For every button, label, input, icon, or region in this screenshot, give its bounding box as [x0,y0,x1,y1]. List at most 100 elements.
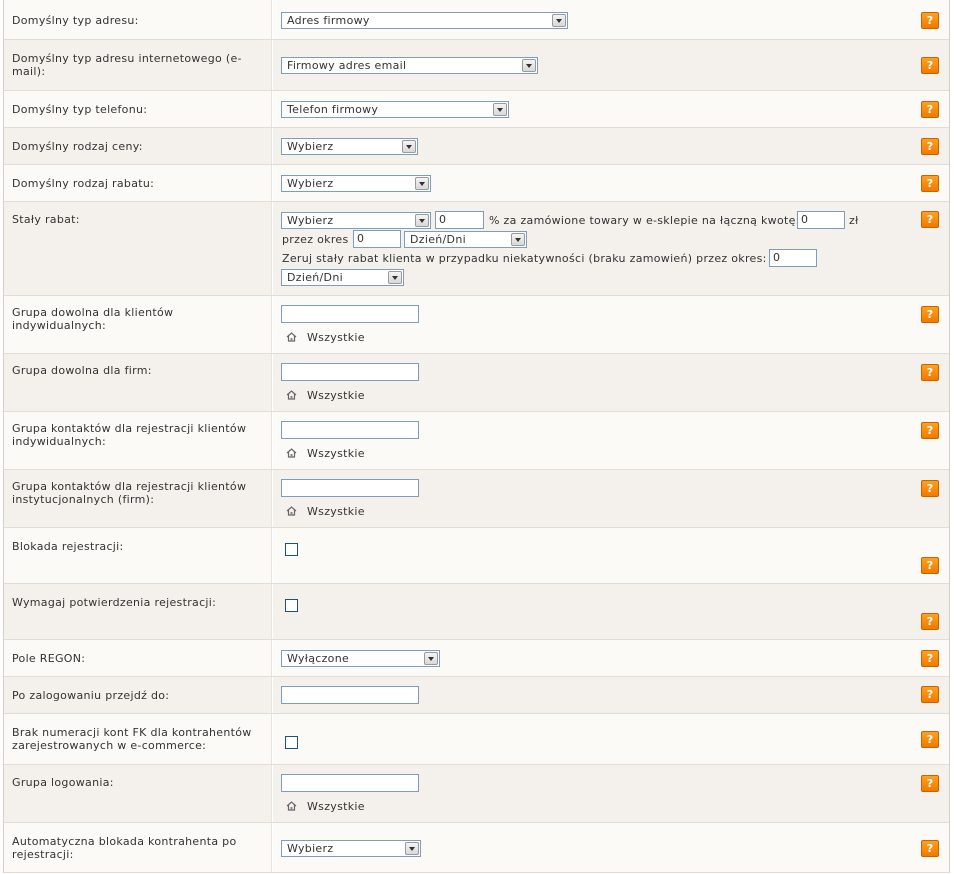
help-icon[interactable]: ? [921,12,939,29]
home-icon [286,332,297,342]
period-label: przez okres [282,233,349,246]
help-icon[interactable]: ? [921,138,939,155]
login-group-input[interactable] [281,774,419,792]
chevron-down-icon [402,140,416,153]
chevron-down-icon [405,842,419,855]
row-label: Pole REGON: [12,652,86,665]
discount-description: % za zamówione towary w e-sklepie na łąc… [489,214,796,227]
registration-confirm-checkbox[interactable] [285,599,298,612]
row-label: Brak numeracji kont FK dla kontrahentów … [12,726,252,752]
phone-type-select[interactable]: Telefon firmowy [281,101,509,118]
help-icon[interactable]: ? [921,211,939,228]
regon-select[interactable]: Wyłączone [281,650,440,667]
row-label: Stały rabat: [12,213,80,226]
row-label: Grupa kontaktów dla rejestracji klientów… [12,480,247,506]
row-label: Domyślny rodzaj ceny: [12,140,143,153]
home-icon [286,448,297,458]
contacts-individual-input[interactable] [281,421,419,439]
price-type-select[interactable]: Wybierz [281,138,418,155]
home-icon [286,506,297,516]
row-default-address-type: Domyślny typ adresu: Adres firmowy ? [4,0,949,40]
all-groups-link[interactable]: Wszystkie [286,447,365,460]
reset-unit-select[interactable]: Dzień/Dni [281,269,404,286]
contacts-institutional-input[interactable] [281,479,419,497]
chevron-down-icon [415,177,429,190]
row-label: Wymagaj potwierdzenia rejestracji: [12,596,217,609]
chevron-down-icon [522,59,536,72]
row-label: Domyślny typ adresu: [12,14,139,27]
settings-form: Domyślny typ adresu: Adres firmowy ? Dom… [3,0,950,873]
address-type-select[interactable]: Adres firmowy [281,12,568,29]
column-divider [271,202,273,295]
help-icon[interactable]: ? [921,775,939,792]
row-group-individual: Grupa dowolna dla klientów indywidualnyc… [4,296,949,354]
chevron-down-icon [424,652,438,665]
chevron-down-icon [552,14,566,27]
help-icon[interactable]: ? [921,306,939,323]
row-contacts-individual: Grupa kontaktów dla rejestracji klientów… [4,412,949,470]
column-divider [271,165,273,201]
chevron-down-icon [388,271,402,284]
home-icon [286,801,297,811]
column-divider [271,0,273,39]
row-label: Domyślny typ telefonu: [12,103,148,116]
registration-block-checkbox[interactable] [285,543,298,556]
column-divider [271,677,273,713]
help-icon[interactable]: ? [921,613,939,630]
row-after-login: Po zalogowaniu przejdź do: ? [4,677,949,714]
all-groups-link[interactable]: Wszystkie [286,389,365,402]
help-icon[interactable]: ? [921,650,939,667]
column-divider [271,412,273,469]
help-icon[interactable]: ? [921,364,939,381]
row-label: Po zalogowaniu przejdź do: [12,689,170,702]
help-icon[interactable]: ? [921,480,939,497]
reset-period-input[interactable]: 0 [769,249,817,267]
fixed-discount-select[interactable]: Wybierz [281,212,431,229]
all-groups-link[interactable]: Wszystkie [286,505,365,518]
row-auto-block: Automatyczna blokada kontrahenta po reje… [4,823,949,873]
discount-percent-input[interactable]: 0 [435,211,484,229]
column-divider [271,714,273,764]
all-groups-link[interactable]: Wszystkie [286,331,365,344]
chevron-down-icon [493,103,507,116]
row-label: Blokada rejestracji: [12,540,124,553]
discount-type-select[interactable]: Wybierz [281,175,431,192]
help-icon[interactable]: ? [921,840,939,857]
period-unit-select[interactable]: Dzień/Dni [404,231,527,248]
help-icon[interactable]: ? [921,175,939,192]
group-individual-input[interactable] [281,305,419,323]
column-divider [271,765,273,822]
row-default-discount-type: Domyślny rodzaj rabatu: Wybierz ? [4,165,949,202]
after-login-input[interactable] [281,686,419,704]
help-icon[interactable]: ? [921,57,939,74]
row-default-phone-type: Domyślny typ telefonu: Telefon firmowy ? [4,91,949,128]
row-login-group: Grupa logowania: Wszystkie ? [4,765,949,823]
row-label: Domyślny typ adresu internetowego (e-mai… [12,52,242,78]
auto-block-select[interactable]: Wybierz [281,840,421,857]
row-group-companies: Grupa dowolna dla firm: Wszystkie ? [4,354,949,412]
row-label: Grupa dowolna dla klientów indywidualnyc… [12,306,174,332]
help-icon[interactable]: ? [921,422,939,439]
help-icon[interactable]: ? [921,557,939,574]
row-label: Grupa dowolna dla firm: [12,364,152,377]
column-divider [271,128,273,164]
column-divider [271,354,273,411]
all-groups-link[interactable]: Wszystkie [286,800,365,813]
column-divider [271,470,273,527]
chevron-down-icon [415,214,429,227]
period-input[interactable]: 0 [353,230,401,248]
row-default-price-type: Domyślny rodzaj ceny: Wybierz ? [4,128,949,165]
discount-amount-input[interactable]: 0 [797,211,845,229]
column-divider [271,528,273,583]
column-divider [271,640,273,676]
fk-numbering-checkbox[interactable] [285,736,298,749]
column-divider [271,823,273,872]
home-icon [286,390,297,400]
group-companies-input[interactable] [281,363,419,381]
column-divider [271,296,273,353]
row-label: Domyślny rodzaj rabatu: [12,177,155,190]
help-icon[interactable]: ? [921,101,939,118]
help-icon[interactable]: ? [921,686,939,703]
help-icon[interactable]: ? [921,731,939,748]
email-type-select[interactable]: Firmowy adres email [281,57,538,74]
